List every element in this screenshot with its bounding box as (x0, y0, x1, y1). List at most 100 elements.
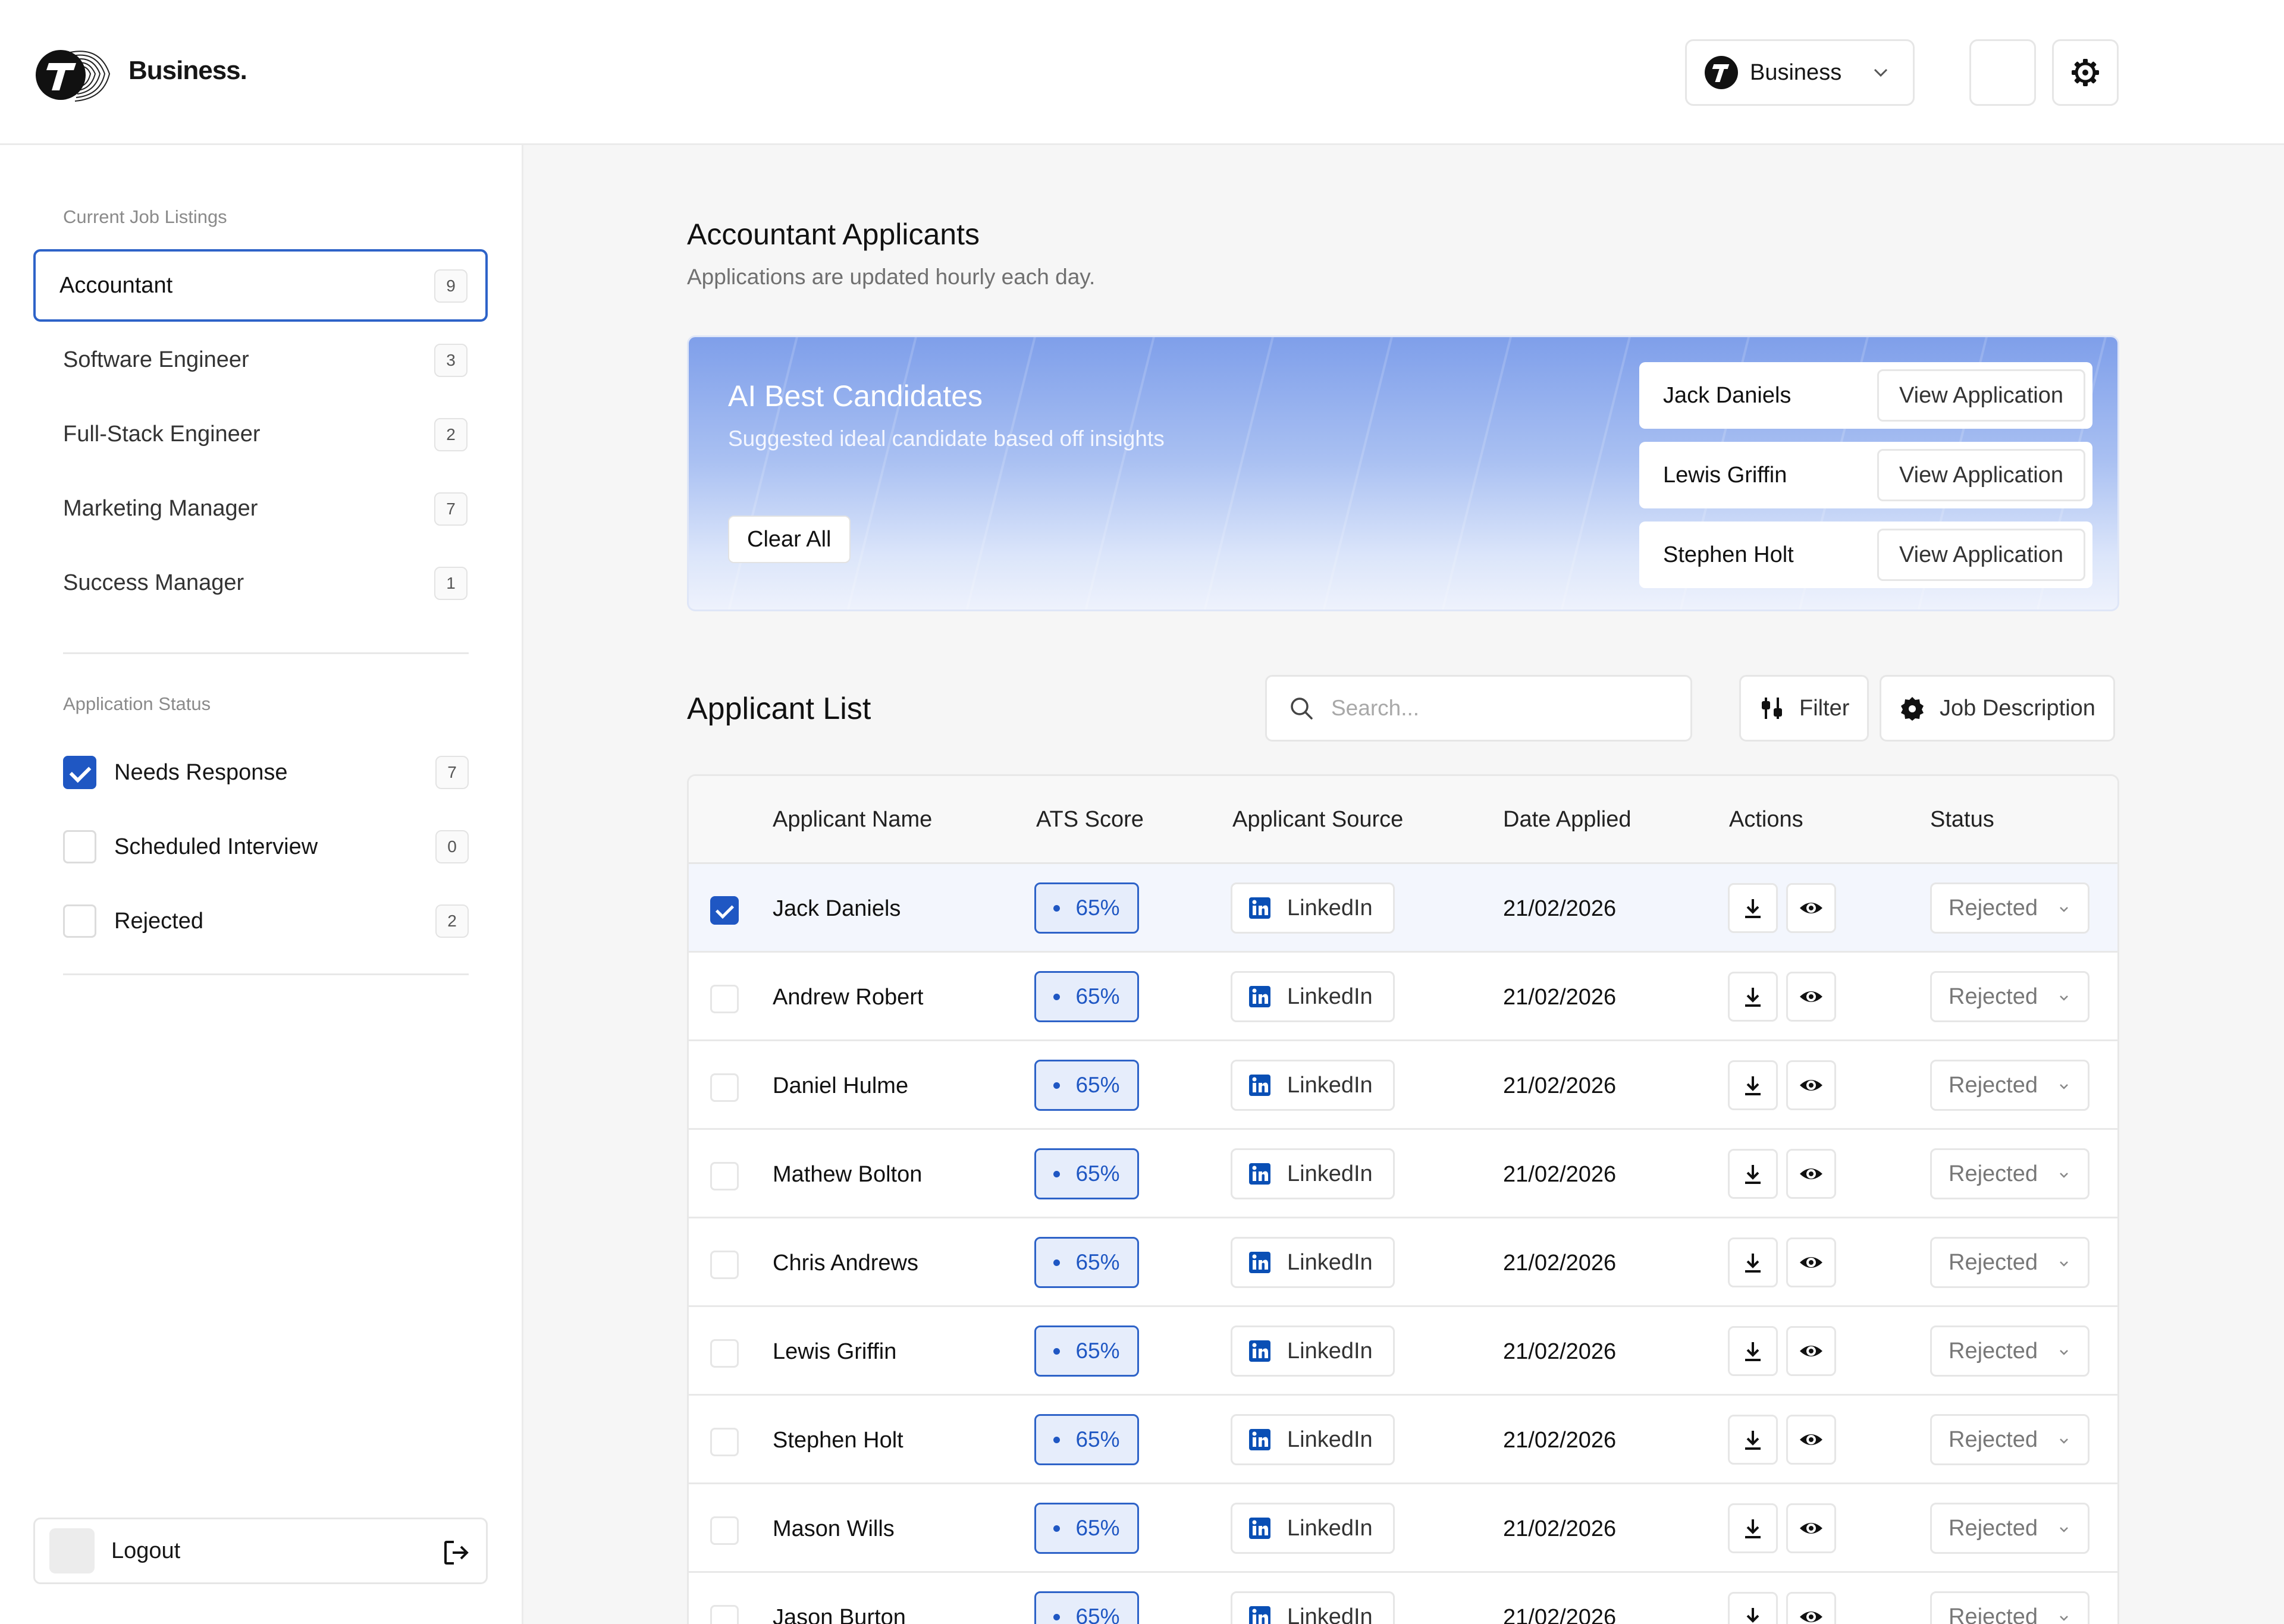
status-select[interactable]: Rejected (1930, 1148, 2090, 1199)
row-checkbox[interactable] (710, 1516, 739, 1545)
status-label: Needs Response (114, 759, 288, 785)
table-row[interactable]: Stephen Holt 65% LinkedIn 21/02/2026 Rej… (689, 1396, 2117, 1484)
status-checkbox[interactable] (63, 756, 96, 789)
logout-button[interactable]: Logout (33, 1518, 488, 1584)
status-filter-needs-response[interactable]: Needs Response 7 (63, 743, 469, 802)
view-button[interactable] (1786, 1503, 1836, 1553)
view-button[interactable] (1786, 883, 1836, 933)
sidebar-item-success-manager[interactable]: Success Manager 1 (33, 546, 488, 619)
row-checkbox[interactable] (710, 1339, 739, 1368)
download-button[interactable] (1728, 1237, 1778, 1287)
clear-all-button[interactable]: Clear All (728, 516, 851, 563)
view-application-button[interactable]: View Application (1877, 529, 2085, 581)
source-label: LinkedIn (1287, 1338, 1373, 1364)
filter-button[interactable]: Filter (1739, 675, 1869, 742)
blank-button[interactable] (1969, 39, 2036, 106)
status-select[interactable]: Rejected (1930, 1325, 2090, 1377)
table-row[interactable]: Mathew Bolton 65% LinkedIn 21/02/2026 Re… (689, 1130, 2117, 1218)
applicant-name: Mathew Bolton (773, 1162, 923, 1187)
table-row[interactable]: Mason Wills 65% LinkedIn 21/02/2026 Reje… (689, 1484, 2117, 1573)
applicant-name: Stephen Holt (773, 1428, 903, 1453)
view-button[interactable] (1786, 972, 1836, 1022)
download-button[interactable] (1728, 1503, 1778, 1553)
table-row[interactable]: Daniel Hulme 65% LinkedIn 21/02/2026 Rej… (689, 1041, 2117, 1130)
candidate-row: Lewis Griffin View Application (1639, 442, 2092, 508)
business-selector[interactable]: Business (1685, 39, 1915, 106)
view-button[interactable] (1786, 1415, 1836, 1465)
applicant-name: Jason Burton (773, 1605, 906, 1624)
download-button[interactable] (1728, 1149, 1778, 1199)
page-subtitle: Applications are updated hourly each day… (687, 265, 1096, 289)
table-row[interactable]: Lewis Griffin 65% LinkedIn 21/02/2026 Re… (689, 1307, 2117, 1396)
brand-logo-icon[interactable] (33, 44, 113, 103)
col-applicant-source: Applicant Source (1232, 807, 1404, 832)
job-description-button[interactable]: Job Description (1880, 675, 2115, 742)
row-checkbox[interactable] (710, 896, 739, 925)
ai-card-title: AI Best Candidates (728, 379, 983, 413)
download-button[interactable] (1728, 972, 1778, 1022)
download-button[interactable] (1728, 1592, 1778, 1624)
ats-dot (1053, 1347, 1061, 1355)
page-title: Accountant Applicants (687, 218, 980, 251)
applicant-name: Jack Daniels (773, 896, 901, 921)
status-select[interactable]: Rejected (1930, 971, 2090, 1022)
eye-icon (1800, 1257, 1822, 1268)
status-checkbox[interactable] (63, 830, 96, 863)
sidebar-item-software-engineer[interactable]: Software Engineer 3 (33, 323, 488, 396)
download-button[interactable] (1728, 1326, 1778, 1376)
status-select[interactable]: Rejected (1930, 1591, 2090, 1624)
chevron-down-icon (1874, 68, 1888, 77)
eye-icon (1800, 1346, 1822, 1356)
applicant-table: Applicant Name ATS Score Applicant Sourc… (687, 774, 2119, 1624)
linkedin-icon (1249, 1429, 1270, 1450)
linkedin-icon (1249, 1606, 1270, 1624)
row-checkbox[interactable] (710, 1428, 739, 1456)
view-application-button[interactable]: View Application (1877, 449, 2085, 501)
source-badge: LinkedIn (1231, 1325, 1395, 1377)
status-count-badge: 7 (435, 756, 469, 789)
candidate-name: Lewis Griffin (1663, 462, 1787, 488)
download-icon (1745, 899, 1761, 918)
row-checkbox[interactable] (710, 1162, 739, 1190)
date-applied: 21/02/2026 (1503, 1339, 1617, 1364)
table-row[interactable]: Jack Daniels 65% LinkedIn 21/02/2026 Rej… (689, 864, 2117, 953)
search-box[interactable] (1265, 675, 1692, 742)
chevron-down-icon (2060, 1261, 2068, 1267)
view-button[interactable] (1786, 1592, 1836, 1624)
download-icon (1745, 1342, 1761, 1361)
status-filter-scheduled-interview[interactable]: Scheduled Interview 0 (63, 817, 469, 877)
view-button[interactable] (1786, 1149, 1836, 1199)
view-application-button[interactable]: View Application (1877, 369, 2085, 422)
sidebar-item-full-stack-engineer[interactable]: Full-Stack Engineer 2 (33, 398, 488, 470)
sidebar-item-accountant[interactable]: Accountant 9 (33, 249, 488, 322)
settings-button[interactable] (2052, 39, 2119, 106)
row-checkbox[interactable] (710, 1073, 739, 1102)
status-select[interactable]: Rejected (1930, 1237, 2090, 1288)
view-button[interactable] (1786, 1060, 1836, 1110)
status-select[interactable]: Rejected (1930, 882, 2090, 934)
status-filter-rejected[interactable]: Rejected 2 (63, 891, 469, 951)
status-value: Rejected (1949, 1338, 2038, 1364)
download-button[interactable] (1728, 883, 1778, 933)
status-checkbox[interactable] (63, 904, 96, 938)
table-row[interactable]: Andrew Robert 65% LinkedIn 21/02/2026 Re… (689, 953, 2117, 1041)
ats-score-badge: 65% (1034, 1237, 1139, 1288)
ats-score-badge: 65% (1034, 1414, 1139, 1465)
row-checkbox[interactable] (710, 1251, 739, 1279)
download-icon (1746, 1608, 1759, 1623)
status-select[interactable]: Rejected (1930, 1414, 2090, 1465)
table-row[interactable]: Jason Burton 65% LinkedIn 21/02/2026 Rej… (689, 1573, 2117, 1624)
status-select[interactable]: Rejected (1930, 1503, 2090, 1554)
table-row[interactable]: Chris Andrews 65% LinkedIn 21/02/2026 Re… (689, 1218, 2117, 1307)
view-button[interactable] (1786, 1326, 1836, 1376)
chevron-down-icon (2060, 1616, 2068, 1621)
download-icon (1745, 1519, 1761, 1538)
status-select[interactable]: Rejected (1930, 1060, 2090, 1111)
row-checkbox[interactable] (710, 1605, 739, 1624)
sidebar-item-marketing-manager[interactable]: Marketing Manager 7 (33, 472, 488, 545)
download-button[interactable] (1728, 1415, 1778, 1465)
download-button[interactable] (1728, 1060, 1778, 1110)
search-input[interactable] (1331, 696, 1664, 721)
view-button[interactable] (1786, 1237, 1836, 1287)
row-checkbox[interactable] (710, 985, 739, 1013)
